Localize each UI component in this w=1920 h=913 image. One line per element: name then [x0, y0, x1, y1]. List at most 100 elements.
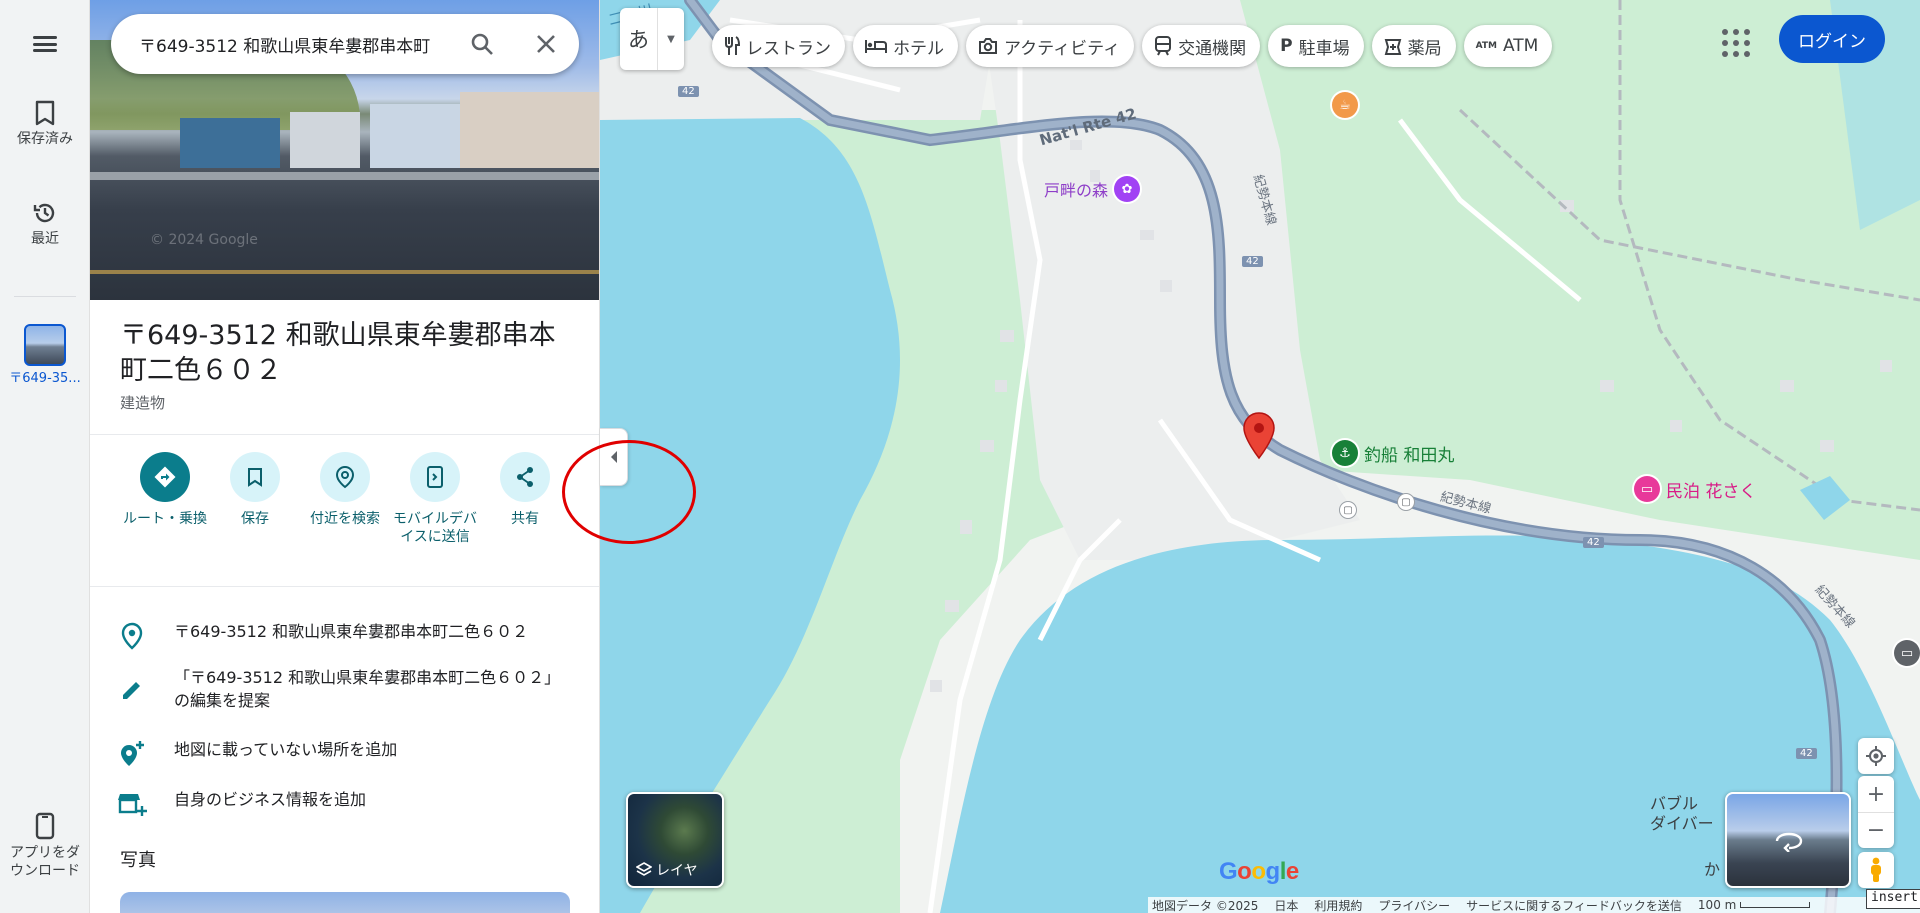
share-label: 共有: [511, 511, 539, 527]
menu-bar: [33, 36, 57, 39]
chip-hotel[interactable]: ホテル: [853, 25, 958, 67]
bus-stop[interactable]: ▢: [1398, 494, 1414, 510]
bus-stop[interactable]: ▢: [1340, 502, 1356, 518]
poi-boat[interactable]: ⚓ 釣船 和田丸: [1332, 440, 1454, 466]
category-chips: レストラン ホテル アクティビティ 交通機関 P 駐車場 薬局 ATM ATM: [712, 25, 1553, 67]
phone-icon: [35, 812, 55, 840]
directions-icon: [154, 466, 176, 488]
chip-transit[interactable]: 交通機関: [1142, 25, 1261, 67]
send-to-phone-button[interactable]: モバイルデバイスに送信: [390, 452, 480, 546]
map-data-attribution: 地図データ ©2025: [1152, 898, 1259, 913]
chip-label: 交通機関: [1178, 38, 1247, 59]
add-missing-place-row[interactable]: 地図に載っていない場所を追加: [90, 738, 599, 768]
add-business-row[interactable]: 自身のビジネス情報を追加: [90, 788, 599, 818]
add-business-text: 自身のビジネス情報を追加: [174, 790, 367, 809]
add-location-icon: [121, 741, 144, 766]
layers-button[interactable]: レイヤ: [626, 792, 724, 888]
clear-search-button[interactable]: [531, 29, 561, 59]
search-button[interactable]: [467, 29, 497, 59]
maps-app: 保存済み 最近 〒649-35... アプリをダウンロード © 2024 Goo…: [0, 0, 1920, 913]
photo-building: [370, 104, 460, 168]
scale-bar[interactable]: 100 m: [1698, 898, 1811, 912]
rail-divider: [14, 296, 76, 297]
search-box: [111, 14, 579, 74]
bookmark-icon: [248, 468, 262, 487]
rail-recent[interactable]: 最近: [0, 200, 90, 248]
place-title: 〒649-3512 和歌山県東牟婁郡串本町二色６０２: [120, 320, 556, 386]
divider: [90, 434, 599, 435]
poi-hotel[interactable]: ▭: [1894, 640, 1920, 666]
login-button[interactable]: ログイン: [1779, 15, 1885, 63]
recent-place-label: 〒649-35...: [9, 371, 81, 386]
chip-activity[interactable]: アクティビティ: [966, 25, 1135, 67]
directions-button[interactable]: ルート・乗換: [120, 452, 210, 528]
menu-bar: [33, 49, 57, 52]
poi-forest-label: 戸畔の森: [1044, 181, 1109, 200]
ime-toggle[interactable]: あ ▼: [620, 8, 684, 70]
rail-app-download[interactable]: アプリをダウンロード: [0, 812, 90, 880]
nearby-icon: [335, 465, 355, 489]
photo-thumbnail[interactable]: [120, 892, 570, 913]
send-to-phone-label: モバイルデバイスに送信: [393, 511, 477, 545]
search-input[interactable]: [139, 34, 459, 54]
zoom-in-button[interactable]: +: [1858, 776, 1894, 812]
google-logo: Google: [1219, 858, 1299, 885]
bookmark-icon: [35, 100, 55, 126]
suggest-edit-row[interactable]: 「〒649-3512 和歌山県東牟婁郡串本町二色６０２」の編集を提案: [90, 666, 599, 712]
photo-building: [460, 92, 599, 168]
rail-saved[interactable]: 保存済み: [0, 100, 90, 148]
menu-bar: [33, 42, 57, 46]
map-canvas[interactable]: 二色川 Nat'l Rte 42 42 42 42 42 紀勢本線 紀勢本線 紀…: [600, 0, 1920, 913]
history-icon: [33, 203, 55, 223]
route-shield: 42: [1796, 748, 1817, 759]
chip-pharmacy[interactable]: 薬局: [1371, 25, 1456, 67]
lodging-icon: ▭: [1634, 476, 1660, 502]
address-row[interactable]: 〒649-3512 和歌山県東牟婁郡串本町二色６０２: [90, 620, 599, 650]
poi-minpaku[interactable]: ▭ 民泊 花さく: [1634, 476, 1756, 502]
menu-button[interactable]: [27, 32, 63, 56]
country-link[interactable]: 日本: [1274, 897, 1298, 913]
nearby-button[interactable]: 付近を検索: [300, 452, 390, 528]
my-location-icon: [1866, 746, 1886, 766]
rotate-360-icon: [1775, 832, 1803, 852]
recent-place-thumbnail: [24, 324, 66, 366]
suggest-edit-text: 「〒649-3512 和歌山県東牟婁郡串本町二色６０２」の編集を提案: [174, 668, 561, 710]
chip-label: ホテル: [893, 38, 944, 59]
photo-watermark: © 2024 Google: [150, 232, 258, 248]
my-location-button[interactable]: [1858, 738, 1894, 774]
share-button[interactable]: 共有: [480, 452, 570, 528]
google-apps-button[interactable]: [1722, 29, 1750, 57]
privacy-link[interactable]: プライバシー: [1378, 897, 1450, 913]
poi-cafe[interactable]: ☕: [1332, 92, 1358, 118]
poi-boat-label: 釣船 和田丸: [1364, 445, 1455, 466]
collapse-panel-button[interactable]: [600, 428, 628, 486]
street-view-thumbnail[interactable]: [1725, 792, 1851, 888]
hotel-icon: ▭: [1894, 640, 1920, 666]
location-pin-marker[interactable]: [1242, 412, 1276, 460]
chip-label: ATM: [1502, 36, 1539, 56]
street-view-pegman[interactable]: [1858, 852, 1894, 888]
ime-char: あ: [620, 8, 658, 70]
cafe-icon: ☕: [1332, 92, 1358, 118]
save-button[interactable]: 保存: [210, 452, 300, 528]
chip-label: 駐車場: [1298, 38, 1350, 59]
poi-partial-label: ダイバー: [1650, 814, 1714, 833]
terms-link[interactable]: 利用規約: [1314, 897, 1362, 913]
chip-restaurant[interactable]: レストラン: [712, 25, 845, 67]
fishing-boat-icon: ⚓: [1332, 440, 1358, 466]
save-label: 保存: [241, 511, 269, 527]
share-icon: [517, 467, 533, 487]
photo-building: [290, 112, 360, 168]
insert-mode-badge: insert: [1866, 889, 1920, 909]
rail-recent-label: 最近: [31, 231, 59, 247]
poi-forest[interactable]: 戸畔の森 ✿: [1044, 176, 1141, 202]
feedback-link[interactable]: サービスに関するフィードバックを送信: [1466, 897, 1682, 913]
zoom-out-button[interactable]: −: [1858, 812, 1894, 848]
chip-atm[interactable]: ATM ATM: [1463, 25, 1553, 67]
rail-recent-place[interactable]: 〒649-35...: [0, 324, 90, 388]
divider: [90, 586, 599, 587]
address-text: 〒649-3512 和歌山県東牟婁郡串本町二色６０２: [174, 622, 529, 641]
chevron-down-icon: ▼: [667, 33, 675, 45]
chip-parking[interactable]: P 駐車場: [1268, 25, 1364, 67]
directions-circle: [140, 452, 190, 502]
